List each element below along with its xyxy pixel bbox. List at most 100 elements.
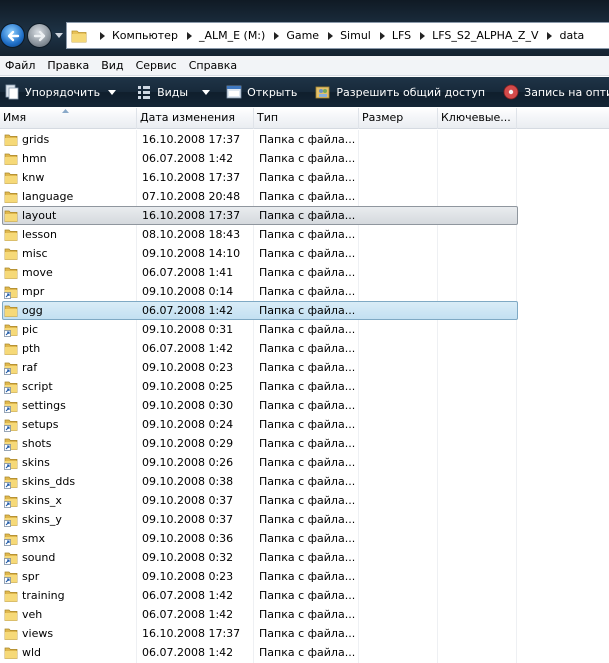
file-row[interactable]: script 09.10.2008 0:25 Папка с файла...	[0, 377, 609, 396]
file-name-cell[interactable]: move	[0, 263, 137, 282]
back-button[interactable]	[0, 23, 25, 48]
file-row[interactable]: hmn 06.07.2008 1:42 Папка с файла...	[0, 149, 609, 168]
column-header-name[interactable]: Имя	[0, 108, 137, 129]
column-header-size[interactable]: Размер	[359, 108, 438, 129]
file-name-cell[interactable]: misc	[0, 244, 137, 263]
chevron-right-icon[interactable]	[272, 31, 280, 40]
file-name-cell[interactable]: wld	[0, 643, 137, 662]
file-keywords	[438, 586, 517, 605]
breadcrumb-item[interactable]: _ALM_E (M:)	[178, 29, 265, 42]
forward-button[interactable]	[27, 23, 52, 48]
file-row[interactable]: move 06.07.2008 1:41 Папка с файла...	[0, 263, 609, 282]
file-name-cell[interactable]: ogg	[0, 301, 137, 320]
chevron-right-icon[interactable]	[378, 31, 386, 40]
chevron-right-icon[interactable]	[545, 31, 553, 40]
file-name-cell[interactable]: skins_y	[0, 510, 137, 529]
column-header-date[interactable]: Дата изменения	[137, 108, 254, 129]
file-name-cell[interactable]: script	[0, 377, 137, 396]
chevron-right-icon[interactable]	[326, 31, 334, 40]
file-name-cell[interactable]: language	[0, 187, 137, 206]
file-row[interactable]: settings 09.10.2008 0:30 Папка с файла...	[0, 396, 609, 415]
file-name-cell[interactable]: lesson	[0, 225, 137, 244]
file-name-cell[interactable]: hmn	[0, 149, 137, 168]
file-name-cell[interactable]: raf	[0, 358, 137, 377]
file-row[interactable]: setups 09.10.2008 0:24 Папка с файла...	[0, 415, 609, 434]
file-name-cell[interactable]: pic	[0, 320, 137, 339]
organize-button[interactable]: Упорядочить	[0, 77, 120, 107]
file-name-cell[interactable]: sound	[0, 548, 137, 567]
chevron-right-icon[interactable]	[418, 31, 426, 40]
file-date: 09.10.2008 0:14	[142, 285, 234, 298]
file-name-cell[interactable]: layout	[0, 206, 137, 225]
file-row[interactable]: lesson 08.10.2008 18:43 Папка с файла...	[0, 225, 609, 244]
file-name-cell[interactable]: shots	[0, 434, 137, 453]
file-row[interactable]: skins 09.10.2008 0:26 Папка с файла...	[0, 453, 609, 472]
file-name-cell[interactable]: pth	[0, 339, 137, 358]
file-row[interactable]: pth 06.07.2008 1:42 Папка с файла...	[0, 339, 609, 358]
file-type: Папка с файла...	[259, 456, 356, 469]
file-name-cell[interactable]: settings	[0, 396, 137, 415]
file-size	[359, 377, 438, 396]
column-header-keywords[interactable]: Ключевые...	[438, 108, 517, 129]
file-row[interactable]: pic 09.10.2008 0:31 Папка с файла...	[0, 320, 609, 339]
file-name-cell[interactable]: mpr	[0, 282, 137, 301]
file-keywords	[438, 130, 517, 149]
file-row[interactable]: shots 09.10.2008 0:29 Папка с файла...	[0, 434, 609, 453]
file-row[interactable]: veh 06.07.2008 1:42 Папка с файла...	[0, 605, 609, 624]
file-type: Папка с файла...	[259, 589, 356, 602]
file-name-cell[interactable]: skins_x	[0, 491, 137, 510]
file-row[interactable]: raf 09.10.2008 0:23 Папка с файла...	[0, 358, 609, 377]
share-button[interactable]: Разрешить общий доступ	[311, 77, 489, 107]
file-row[interactable]: training 06.07.2008 1:42 Папка с файла...	[0, 586, 609, 605]
recent-pages-dropdown-icon[interactable]	[55, 33, 63, 39]
file-name-cell[interactable]: spr	[0, 567, 137, 586]
file-name-cell[interactable]: setups	[0, 415, 137, 434]
file-name-cell[interactable]: grids	[0, 130, 137, 149]
column-header-type[interactable]: Тип	[254, 108, 359, 129]
file-type: Папка с файла...	[259, 323, 356, 336]
file-name-cell[interactable]: training	[0, 586, 137, 605]
file-row[interactable]: smx 09.10.2008 0:36 Папка с файла...	[0, 529, 609, 548]
file-row[interactable]: skins_dds 09.10.2008 0:38 Папка с файла...	[0, 472, 609, 491]
file-row[interactable]: misc 09.10.2008 14:10 Папка с файла...	[0, 244, 609, 263]
file-row[interactable]: skins_y 09.10.2008 0:37 Папка с файла...	[0, 510, 609, 529]
file-name-cell[interactable]: knw	[0, 168, 137, 187]
file-row[interactable]: layout 16.10.2008 17:37 Папка с файла...	[0, 206, 609, 225]
breadcrumb-item[interactable]: data	[538, 29, 584, 42]
file-name-cell[interactable]: smx	[0, 529, 137, 548]
file-row[interactable]: sound 09.10.2008 0:32 Папка с файла...	[0, 548, 609, 567]
breadcrumb[interactable]: Компьютер _ALM_E (M:) Game Simul LFS LFS_S2_A…	[66, 22, 609, 49]
menu-help[interactable]: Справка	[183, 59, 243, 72]
file-row[interactable]: knw 16.10.2008 17:37 Папка с файла...	[0, 168, 609, 187]
burn-button[interactable]: Запись на оптически	[499, 77, 609, 107]
file-row[interactable]: spr 09.10.2008 0:23 Папка с файла...	[0, 567, 609, 586]
file-keywords	[438, 358, 517, 377]
open-button[interactable]: Открыть	[222, 77, 301, 107]
file-date: 09.10.2008 0:24	[142, 418, 234, 431]
menu-edit[interactable]: Правка	[41, 59, 95, 72]
file-name-cell[interactable]: views	[0, 624, 137, 643]
file-row[interactable]: ogg 06.07.2008 1:42 Папка с файла...	[0, 301, 609, 320]
file-name-cell[interactable]: skins	[0, 453, 137, 472]
menu-tools[interactable]: Сервис	[130, 59, 183, 72]
chevron-right-icon[interactable]	[98, 31, 106, 40]
file-row[interactable]: skins_x 09.10.2008 0:37 Папка с файла...	[0, 491, 609, 510]
breadcrumb-item[interactable]: LFS_S2_ALPHA_Z_V	[411, 29, 538, 42]
file-name-cell[interactable]: veh	[0, 605, 137, 624]
file-name-cell[interactable]: skins_dds	[0, 472, 137, 491]
file-row[interactable]: grids 16.10.2008 17:37 Папка с файла...	[0, 130, 609, 149]
chevron-right-icon[interactable]	[185, 31, 193, 40]
breadcrumb-item[interactable]: LFS	[371, 29, 411, 42]
file-row[interactable]: language 07.10.2008 20:48 Папка с файла...	[0, 187, 609, 206]
breadcrumb-item[interactable]: Game	[265, 29, 319, 42]
menu-view[interactable]: Вид	[95, 59, 129, 72]
file-size	[359, 491, 438, 510]
views-button[interactable]: Виды	[132, 77, 214, 107]
file-row[interactable]: views 16.10.2008 17:37 Папка с файла...	[0, 624, 609, 643]
file-keywords	[438, 377, 517, 396]
breadcrumb-item[interactable]: Компьютер	[91, 29, 178, 42]
breadcrumb-item[interactable]: Simul	[319, 29, 371, 42]
file-row[interactable]: mpr 09.10.2008 0:14 Папка с файла...	[0, 282, 609, 301]
menu-file[interactable]: Файл	[0, 59, 41, 72]
file-row[interactable]: wld 06.07.2008 1:42 Папка с файла...	[0, 643, 609, 662]
